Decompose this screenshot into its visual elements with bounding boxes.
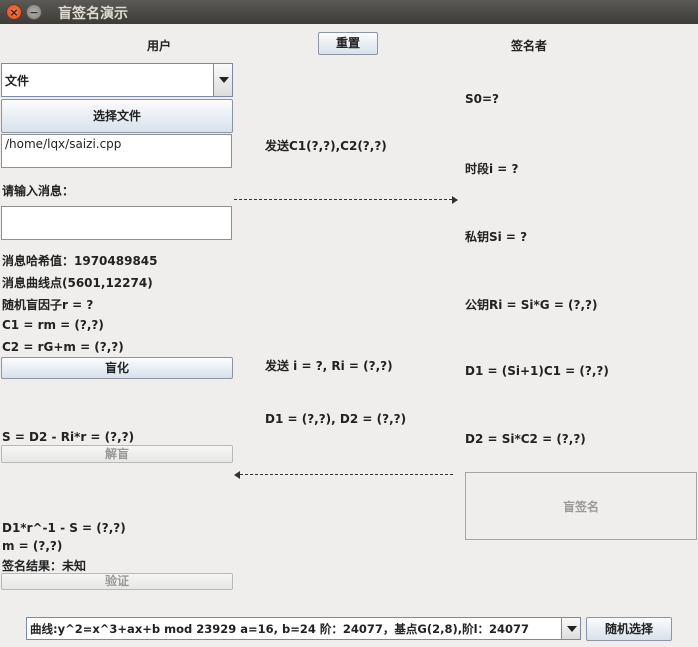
file-path-field[interactable]: /home/lqx/saizi.cpp xyxy=(1,134,232,168)
sign-button-label: 盲签名 xyxy=(562,500,599,514)
choose-file-button[interactable]: 选择文件 xyxy=(1,99,233,133)
curve-select-value: 曲线:y^2=x^3+ax+b mod 23929 a=16, b=24 阶：2… xyxy=(30,622,530,636)
message-prompt: 请输入消息： xyxy=(2,184,75,198)
user-column-heading: 用户 xyxy=(147,39,172,53)
s0-value: S0=? xyxy=(465,92,500,106)
sign-button[interactable]: 盲签名 xyxy=(465,472,697,540)
title-bar: × − 盲签名演示 xyxy=(0,0,698,24)
private-key: 私钥Si = ? xyxy=(465,230,528,244)
d1-value: D1 = (Si+1)C1 = (?,?) xyxy=(465,364,609,378)
send-i-message: 发送 i = ?, Ri = (?,?) xyxy=(265,359,393,373)
message-hash: 消息哈希值：1970489845 xyxy=(2,254,158,268)
input-type-select[interactable]: 文件 xyxy=(1,63,233,97)
message-input[interactable] xyxy=(1,206,232,240)
curve-select[interactable]: 曲线:y^2=x^3+ax+b mod 23929 a=16, b=24 阶：2… xyxy=(26,617,581,640)
blind-factor: 随机盲因子r = ? xyxy=(2,298,94,312)
c1-value: C1 = rm = (?,?) xyxy=(2,318,104,332)
window-title: 盲签名演示 xyxy=(58,6,128,22)
c2-value: C2 = rG+m = (?,?) xyxy=(2,340,124,354)
public-key: 公钥Ri = Si*G = (?,?) xyxy=(465,298,598,312)
verify-button[interactable]: 验证 xyxy=(1,573,233,590)
chevron-down-icon[interactable] xyxy=(561,618,580,639)
d-values-message: D1 = (?,?), D2 = (?,?) xyxy=(265,412,407,426)
send-c-message: 发送C1(?,?),C2(?,?) xyxy=(265,139,387,153)
blind-button[interactable]: 盲化 xyxy=(1,357,233,379)
reset-button[interactable]: 重置 xyxy=(318,32,378,55)
message-curve-point: 消息曲线点(5601,12274) xyxy=(2,276,153,290)
input-type-value: 文件 xyxy=(5,74,30,88)
arrow-icon xyxy=(234,196,458,204)
unblind-button[interactable]: 解盲 xyxy=(1,445,233,463)
d2-value: D2 = Si*C2 = (?,?) xyxy=(465,432,586,446)
s-value: S = D2 - Ri*r = (?,?) xyxy=(2,430,135,444)
arrow-icon xyxy=(234,471,453,479)
sign-result: 签名结果：未知 xyxy=(2,559,87,573)
random-select-button[interactable]: 随机选择 xyxy=(586,617,672,641)
chevron-down-icon[interactable] xyxy=(213,64,232,96)
close-icon[interactable]: × xyxy=(6,4,22,20)
minimize-icon[interactable]: − xyxy=(26,4,42,20)
m-value: m = (?,?) xyxy=(2,539,63,553)
signer-column-heading: 签名者 xyxy=(511,39,548,53)
period-value: 时段i = ? xyxy=(465,162,519,176)
check-expression: D1*r^-1 - S = (?,?) xyxy=(2,521,126,535)
